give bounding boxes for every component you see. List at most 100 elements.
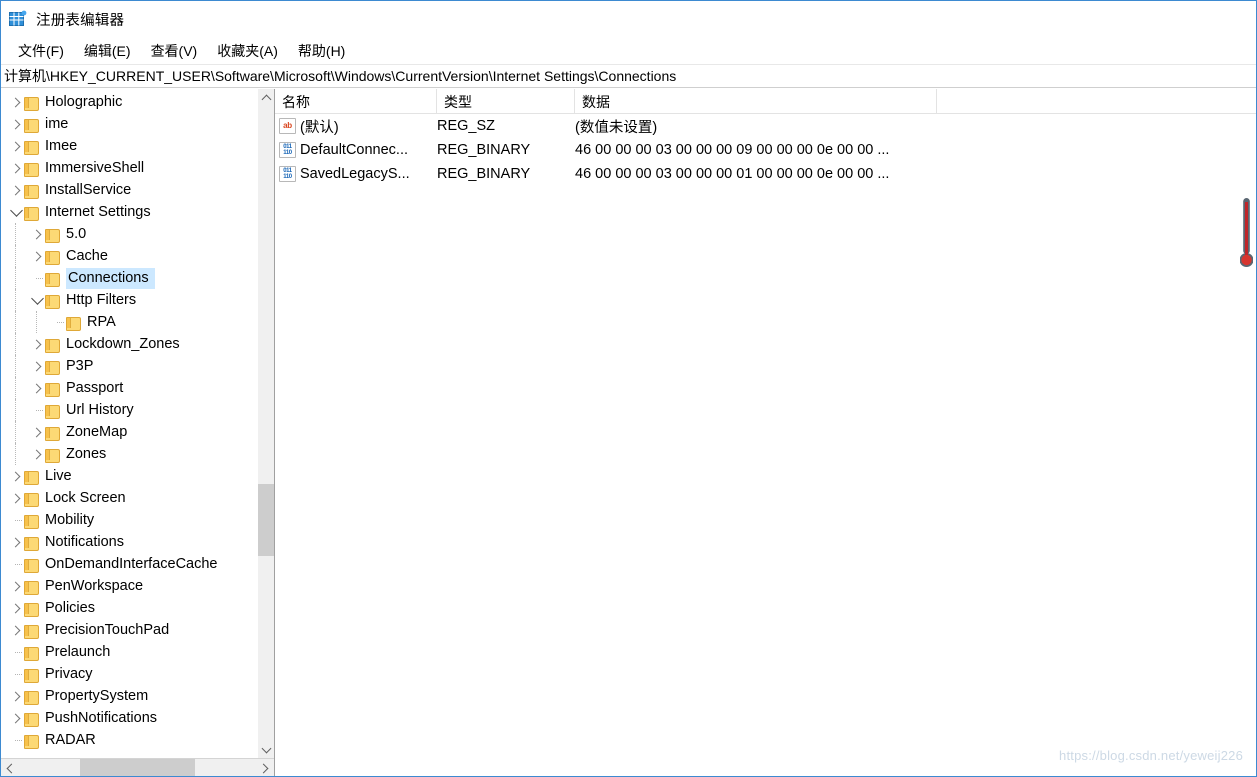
tree-item-holographic[interactable]: Holographic: [0, 91, 274, 113]
folder-icon: [24, 536, 39, 551]
expand-arrow-closed-icon[interactable]: [29, 443, 45, 465]
value-row[interactable]: 011 110 DefaultConnec... REG_BINARY 46 00 00…: [275, 138, 1257, 162]
tree-item-cache[interactable]: Cache: [0, 245, 274, 267]
folder-icon: [45, 250, 60, 265]
tree-item-propertysystem[interactable]: PropertySystem: [0, 685, 274, 707]
tree-guide-line: [15, 355, 16, 377]
menu-file[interactable]: 文件(F): [8, 39, 74, 64]
tree-item-zonemap[interactable]: ZoneMap: [0, 421, 274, 443]
expand-arrow-closed-icon[interactable]: [29, 223, 45, 245]
tree-item-radar[interactable]: RADAR: [0, 729, 274, 751]
tree-item-label: Passport: [66, 379, 124, 396]
expand-arrow-closed-icon[interactable]: [8, 157, 24, 179]
folder-icon: [24, 184, 39, 199]
expand-arrow-closed-icon[interactable]: [8, 575, 24, 597]
menu-help[interactable]: 帮助(H): [288, 39, 355, 64]
tree-item-5-0[interactable]: 5.0: [0, 223, 274, 245]
value-row[interactable]: 011 110 SavedLegacyS... REG_BINARY 46 00 00 …: [275, 162, 1257, 186]
expand-arrow-closed-icon[interactable]: [8, 135, 24, 157]
tree-item-url-history[interactable]: Url History: [0, 399, 274, 421]
tree-guide-line: [15, 245, 16, 267]
tree-item-rpa[interactable]: RPA: [0, 311, 274, 333]
tree-item-connections[interactable]: Connections: [0, 267, 274, 289]
tree-item-immersiveshell[interactable]: ImmersiveShell: [0, 157, 274, 179]
folder-icon: [45, 448, 60, 463]
expand-arrow-closed-icon[interactable]: [8, 179, 24, 201]
menu-edit[interactable]: 编辑(E): [74, 39, 141, 64]
registry-value-pane: 名称 类型 数据 ab (默认) REG_SZ (数值未设置) 011 110 DefaultC…: [275, 89, 1257, 777]
expand-arrow-closed-icon[interactable]: [8, 487, 24, 509]
tree-item-internet-settings[interactable]: Internet Settings: [0, 201, 274, 223]
tree-item-ime[interactable]: ime: [0, 113, 274, 135]
scroll-left-button[interactable]: [0, 759, 19, 777]
folder-icon: [45, 272, 60, 287]
column-type[interactable]: 类型: [437, 89, 575, 114]
scroll-right-button[interactable]: [255, 759, 274, 777]
value-name-cell: ab (默认): [275, 114, 437, 138]
expand-arrow-closed-icon[interactable]: [29, 333, 45, 355]
tree-guide-line: [15, 333, 16, 355]
menu-view[interactable]: 查看(V): [141, 39, 208, 64]
scrollbar-thumb[interactable]: [258, 484, 274, 556]
tree-item-precisiontouchpad[interactable]: PrecisionTouchPad: [0, 619, 274, 641]
chevron-left-icon: [6, 763, 16, 773]
tree-item-lock-screen[interactable]: Lock Screen: [0, 487, 274, 509]
tree-item-prelaunch[interactable]: Prelaunch: [0, 641, 274, 663]
scrollbar-thumb-horizontal[interactable]: [80, 759, 195, 777]
tree-item-pushnotifications[interactable]: PushNotifications: [0, 707, 274, 729]
address-bar[interactable]: 计算机\HKEY_CURRENT_USER\Software\Microsoft…: [0, 64, 1257, 88]
expand-arrow-closed-icon[interactable]: [29, 245, 45, 267]
tree-item-label: Live: [45, 467, 72, 484]
scroll-down-button[interactable]: [258, 741, 274, 758]
tree-item-p3p[interactable]: P3P: [0, 355, 274, 377]
expand-arrow-closed-icon[interactable]: [29, 421, 45, 443]
tree-item-http-filters[interactable]: Http Filters: [0, 289, 274, 311]
scroll-up-button[interactable]: [258, 89, 274, 106]
registry-tree-pane: Holographic ime Imee ImmersiveShell InstallS…: [0, 89, 275, 777]
value-name-label: (默认): [300, 119, 339, 136]
watermark-text: https://blog.csdn.net/yeweij226: [1059, 748, 1243, 763]
expand-arrow-closed-icon[interactable]: [8, 707, 24, 729]
tree-item-live[interactable]: Live: [0, 465, 274, 487]
expand-arrow-closed-icon[interactable]: [8, 465, 24, 487]
tree-item-notifications[interactable]: Notifications: [0, 531, 274, 553]
tree-horizontal-scrollbar[interactable]: [0, 758, 274, 777]
value-row[interactable]: ab (默认) REG_SZ (数值未设置): [275, 114, 1257, 138]
tree-item-mobility[interactable]: Mobility: [0, 509, 274, 531]
tree-item-ondemandinterfacecache[interactable]: OnDemandInterfaceCache: [0, 553, 274, 575]
tree-item-label: P3P: [66, 357, 94, 374]
tree-item-passport[interactable]: Passport: [0, 377, 274, 399]
tree-item-penworkspace[interactable]: PenWorkspace: [0, 575, 274, 597]
tree-item-zones[interactable]: Zones: [0, 443, 274, 465]
expand-arrow-closed-icon[interactable]: [29, 377, 45, 399]
expand-arrow-closed-icon[interactable]: [29, 355, 45, 377]
tree-vertical-scrollbar[interactable]: [257, 89, 274, 758]
menu-favorites[interactable]: 收藏夹(A): [207, 39, 288, 64]
expand-arrow-closed-icon[interactable]: [8, 685, 24, 707]
expand-arrow-closed-icon[interactable]: [8, 91, 24, 113]
tree-item-privacy[interactable]: Privacy: [0, 663, 274, 685]
tree-item-imee[interactable]: Imee: [0, 135, 274, 157]
column-name[interactable]: 名称: [275, 89, 437, 114]
expand-arrow-closed-icon[interactable]: [8, 619, 24, 641]
tree-item-label: InstallService: [45, 181, 132, 198]
column-data[interactable]: 数据: [575, 89, 937, 114]
folder-icon: [24, 470, 39, 485]
tree-item-label: Mobility: [45, 511, 95, 528]
expand-arrow-closed-icon[interactable]: [8, 597, 24, 619]
expand-arrow-open-icon[interactable]: [29, 289, 45, 311]
value-type-cell: REG_SZ: [437, 118, 496, 134]
tree-item-lockdown-zones[interactable]: Lockdown_Zones: [0, 333, 274, 355]
tree-item-label: PenWorkspace: [45, 577, 144, 594]
expand-arrow-closed-icon[interactable]: [8, 113, 24, 135]
expand-arrow-open-icon[interactable]: [8, 201, 24, 223]
expand-arrow-closed-icon[interactable]: [8, 531, 24, 553]
tree-item-policies[interactable]: Policies: [0, 597, 274, 619]
tree-item-installservice[interactable]: InstallService: [0, 179, 274, 201]
